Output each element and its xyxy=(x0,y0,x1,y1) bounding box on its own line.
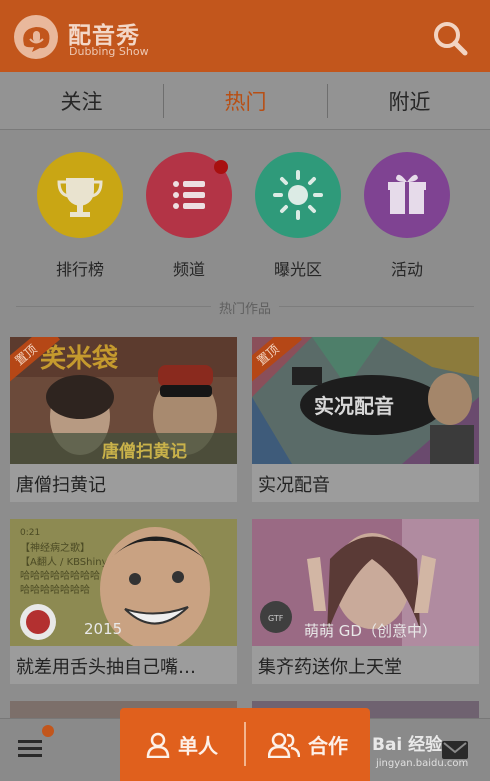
work-card[interactable]: GTF 萌萌 GD（创意中） 集齐药送你上天堂 xyxy=(252,519,479,684)
category-exposure[interactable]: 曝光区 xyxy=(253,152,343,282)
work-card[interactable]: 0:21 【神经病之歌】 【A翻人 / KBShinya】 哈哈哈哈哈哈哈哈 哈… xyxy=(10,519,237,684)
work-thumbnail[interactable]: 0:21 【神经病之歌】 【A翻人 / KBShinya】 哈哈哈哈哈哈哈哈 哈… xyxy=(10,519,237,646)
menu-button[interactable] xyxy=(14,732,54,768)
category-label: 频道 xyxy=(172,260,205,279)
svg-text:哈哈哈哈哈哈哈哈: 哈哈哈哈哈哈哈哈 xyxy=(20,569,100,582)
coop-dub-label: 合作 xyxy=(308,734,348,758)
work-title: 集齐药送你上天堂 xyxy=(258,657,402,678)
notification-dot xyxy=(42,725,54,737)
single-dub-label: 单人 xyxy=(178,734,218,758)
search-icon xyxy=(434,22,468,56)
tab-hot[interactable]: 热门 xyxy=(164,72,327,130)
thumbnail-caption: 萌萌 GD（创意中） xyxy=(304,622,437,640)
work-thumbnail[interactable]: 实况配音 置顶 xyxy=(252,337,479,464)
svg-text:笑米袋: 笑米袋 xyxy=(40,343,119,374)
category-label: 曝光区 xyxy=(273,260,322,279)
svg-text:哈哈哈哈哈哈哈: 哈哈哈哈哈哈哈 xyxy=(20,583,90,596)
work-thumbnail[interactable]: GTF 萌萌 GD（创意中） xyxy=(252,519,479,646)
category-label: 活动 xyxy=(390,260,423,279)
section-header: 热门作品 xyxy=(0,296,490,318)
menu-icon xyxy=(18,740,42,757)
svg-text:唐僧扫黄记: 唐僧扫黄记 xyxy=(102,441,187,462)
category-leaderboard[interactable]: 排行榜 xyxy=(35,152,125,282)
single-dub-button[interactable]: 单人 xyxy=(120,708,244,781)
watermark-url: jingyan.baidu.com xyxy=(376,758,469,769)
category-channel[interactable]: 频道 xyxy=(144,152,234,282)
gift-icon xyxy=(364,152,450,238)
work-title: 唐僧扫黄记 xyxy=(16,475,106,496)
search-button[interactable] xyxy=(430,18,470,58)
bottom-bar: 单人 合作 Bai 经验 jingyan.baidu.com xyxy=(0,706,490,781)
record-action-bar: 单人 合作 xyxy=(120,708,370,781)
category-activity[interactable]: 活动 xyxy=(362,152,452,282)
section-title: 热门作品 xyxy=(210,302,279,317)
work-card[interactable]: 笑米袋 唐僧扫黄记 置顶 唐僧扫黄记 xyxy=(10,337,237,502)
notification-dot xyxy=(214,160,228,174)
svg-text:实况配音: 实况配音 xyxy=(314,394,394,418)
people-icon xyxy=(268,732,300,758)
trophy-icon xyxy=(37,152,123,238)
tab-nearby[interactable]: 附近 xyxy=(328,72,490,130)
work-card[interactable]: 实况配音 置顶 实况配音 xyxy=(252,337,479,502)
app-logo-icon xyxy=(14,15,58,59)
svg-text:GTF: GTF xyxy=(268,614,284,623)
svg-text:【神经病之歌】: 【神经病之歌】 xyxy=(20,541,90,554)
work-title: 就差用舌头抽自己嘴… xyxy=(16,657,196,678)
watermark-text: Bai 经验 xyxy=(372,735,443,755)
app-header: 配音秀 Dubbing Show xyxy=(0,0,490,72)
coop-dub-button[interactable]: 合作 xyxy=(246,708,370,781)
tab-follow[interactable]: 关注 xyxy=(0,72,163,130)
app-subtitle: Dubbing Show xyxy=(69,45,149,58)
category-label: 排行榜 xyxy=(55,260,104,279)
work-title: 实况配音 xyxy=(258,475,330,496)
work-thumbnail[interactable]: 笑米袋 唐僧扫黄记 置顶 xyxy=(10,337,237,464)
feed-tabs: 关注 热门 附近 xyxy=(0,72,490,130)
person-icon xyxy=(146,732,170,758)
category-row: 排行榜 频道 曝光区 活动 xyxy=(0,130,490,290)
thumbnail-caption: 2015 xyxy=(84,620,123,638)
svg-text:0:21: 0:21 xyxy=(20,528,40,538)
sun-icon xyxy=(255,152,341,238)
